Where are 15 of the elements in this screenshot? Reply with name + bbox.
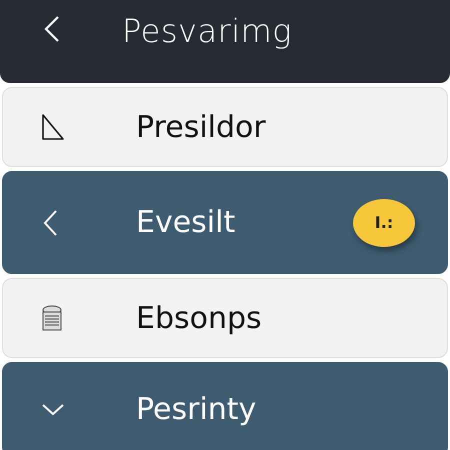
menu-item[interactable]: Presildor: [2, 87, 448, 167]
item-label: Pesrinty: [136, 392, 256, 427]
chevron-left-icon: [41, 208, 59, 238]
screen-title: Pesvarimg: [122, 12, 292, 50]
menu-item[interactable]: Pesrinty: [2, 362, 448, 450]
stack-icon: [41, 304, 63, 332]
status-badge: I.:: [353, 198, 415, 246]
item-label: Ebsonps: [136, 300, 262, 336]
menu-item[interactable]: Evesilt I.:: [2, 171, 448, 274]
item-label: Presildor: [136, 110, 266, 144]
back-icon[interactable]: [42, 14, 62, 44]
chevron-down-icon: [41, 402, 65, 416]
triangle-icon: [41, 113, 65, 141]
menu-item[interactable]: Ebsonps: [2, 278, 448, 358]
item-label: Evesilt: [136, 205, 236, 240]
